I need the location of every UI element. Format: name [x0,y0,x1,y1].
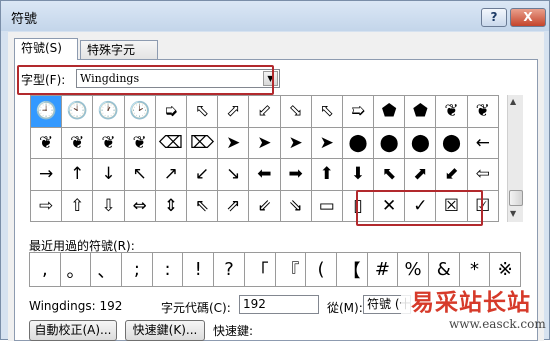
symbol-cell[interactable]: ❦ [62,127,94,159]
symbol-cell[interactable]: ⇘ [280,190,312,222]
symbol-cell[interactable]: ⇩ [93,190,125,222]
symbol-cell[interactable]: ⬇ [342,159,375,191]
symbol-cell[interactable]: ↖ [124,159,156,191]
title-bar: 符號 ? X [1,1,549,31]
recent-symbol-cell[interactable]: ; [122,253,153,287]
symbol-cell[interactable]: ➯ [342,96,375,128]
recent-symbols-grid: ,。、;:!? 「『(【#% & * ※ [29,252,521,287]
recent-symbol-cell[interactable]: & [428,253,460,287]
symbol-cell[interactable]: ➭ [155,96,187,128]
font-highlight-box [17,65,274,95]
recent-symbol-cell[interactable]: 。 [60,253,92,287]
scroll-down-icon[interactable]: ▼ [510,209,516,218]
character-code-label: 字元代碼(C): [161,301,231,315]
symbol-cell[interactable]: → [31,159,63,191]
font-code-text: Wingdings: 192 [29,299,123,313]
symbol-cell[interactable]: ➡ [280,159,312,191]
scroll-up-icon[interactable]: ▲ [510,97,516,106]
symbol-cell[interactable]: ← [467,127,499,159]
symbol-cell[interactable]: ↑ [62,159,94,191]
symbol-cell[interactable]: ⬁ [311,96,343,128]
symbol-cell[interactable]: ❦ [467,96,499,128]
symbol-cell[interactable]: ⬀ [218,96,250,128]
symbol-cell[interactable]: 🕙 [62,96,94,128]
symbol-dialog: 符號 ? X 符號(S) 特殊字元(P) 字型(F): Wingdings ▼ … [0,0,550,341]
recent-symbol-cell[interactable]: % [398,253,429,287]
symbol-cell[interactable]: ⬤ [405,127,437,159]
symbol-cell[interactable]: ⇗ [218,190,250,222]
symbol-cell[interactable]: ➤ [249,127,281,159]
symbol-cell[interactable]: 🕐 [93,96,125,128]
symbol-cell[interactable]: ⬅ [249,159,281,191]
from-label: 從(M): [327,301,363,315]
scroll-thumb[interactable] [509,190,523,206]
symbol-cell[interactable]: 🕑 [124,96,156,128]
recent-symbol-cell[interactable]: 『 [275,253,307,287]
symbol-cell[interactable]: ⬆ [311,159,343,191]
symbol-cell[interactable]: ➤ [311,127,343,159]
symbol-cell[interactable]: ⇦ [467,159,499,191]
symbol-cell[interactable]: ⬤ [342,127,375,159]
watermark-url: www.easck.com [449,317,546,331]
symbol-cell[interactable]: ↘ [218,159,250,191]
checkmark-highlight-box [356,190,483,226]
symbol-cell[interactable]: ⇖ [186,190,219,222]
symbol-cell[interactable]: ↗ [155,159,187,191]
symbol-cell[interactable]: ⇔ [124,190,156,222]
recent-symbol-cell[interactable]: , [30,253,61,287]
character-code-input[interactable]: 192 [239,295,319,314]
symbol-cell[interactable]: ⬟ [374,96,406,128]
symbol-cell[interactable]: ↓ [93,159,125,191]
close-button[interactable]: X [510,8,546,27]
symbol-cell[interactable]: ⇙ [249,190,281,222]
help-button[interactable]: ? [481,8,507,27]
symbol-cell[interactable]: ⬋ [436,159,468,191]
symbol-cell[interactable]: ▭ [311,190,343,222]
symbol-cell[interactable]: ⇧ [62,190,94,222]
recent-symbol-cell[interactable]: : [152,253,184,287]
symbol-cell[interactable]: ⌫ [155,127,187,159]
recent-symbol-cell[interactable]: # [367,253,399,287]
symbol-cell[interactable]: ⬤ [374,127,406,159]
symbol-cell[interactable]: ❦ [124,127,156,159]
symbol-cell[interactable]: ⬈ [405,159,437,191]
symbol-cell[interactable]: ❦ [31,127,63,159]
symbol-scrollbar[interactable]: ▲ ▼ [507,95,523,222]
recent-symbol-cell[interactable]: ? [214,253,245,287]
recent-symbol-cell[interactable]: ( [306,253,337,287]
recent-symbol-cell[interactable]: 、 [91,253,123,287]
autocorrect-button[interactable]: 自動校正(A)... [29,320,117,341]
symbol-cell[interactable]: ⇕ [155,190,187,222]
recent-symbol-cell[interactable]: ! [183,253,215,287]
symbol-cell[interactable]: ⇨ [31,190,63,222]
recent-symbol-cell[interactable]: * [459,253,491,287]
recent-symbol-cell[interactable]: 【 [336,253,368,287]
tab-special-characters[interactable]: 特殊字元(P) [80,40,158,75]
symbol-cell[interactable]: ⬂ [280,96,312,128]
watermark-logo: 易采站长站 [411,289,531,316]
symbol-cell[interactable]: ➤ [218,127,250,159]
symbol-cell[interactable]: ⬟ [405,96,437,128]
symbol-cell[interactable]: ⬤ [436,127,468,159]
recent-symbol-cell[interactable]: 「 [244,253,276,287]
symbol-cell[interactable]: ❦ [436,96,468,128]
watermark: 易采站长站 www.easck.com [401,283,550,341]
symbol-cell[interactable]: ↙ [186,159,219,191]
symbol-cell[interactable]: ❦ [93,127,125,159]
dialog-title: 符號 [11,12,38,27]
symbol-cell[interactable]: ⬃ [249,96,281,128]
recent-symbol-cell[interactable]: ※ [490,253,521,287]
shortcut-key-label: 快速鍵: [213,324,254,338]
tab-symbols[interactable]: 符號(S) [14,38,78,60]
symbol-cell[interactable]: ⬉ [374,159,406,191]
shortcut-key-button[interactable]: 快速鍵(K)... [125,320,205,341]
symbol-cell[interactable]: ⬁ [186,96,219,128]
symbol-cell[interactable]: ⌦ [186,127,219,159]
symbol-cell[interactable]: 🕘 [31,96,63,128]
symbol-cell[interactable]: ➤ [280,127,312,159]
